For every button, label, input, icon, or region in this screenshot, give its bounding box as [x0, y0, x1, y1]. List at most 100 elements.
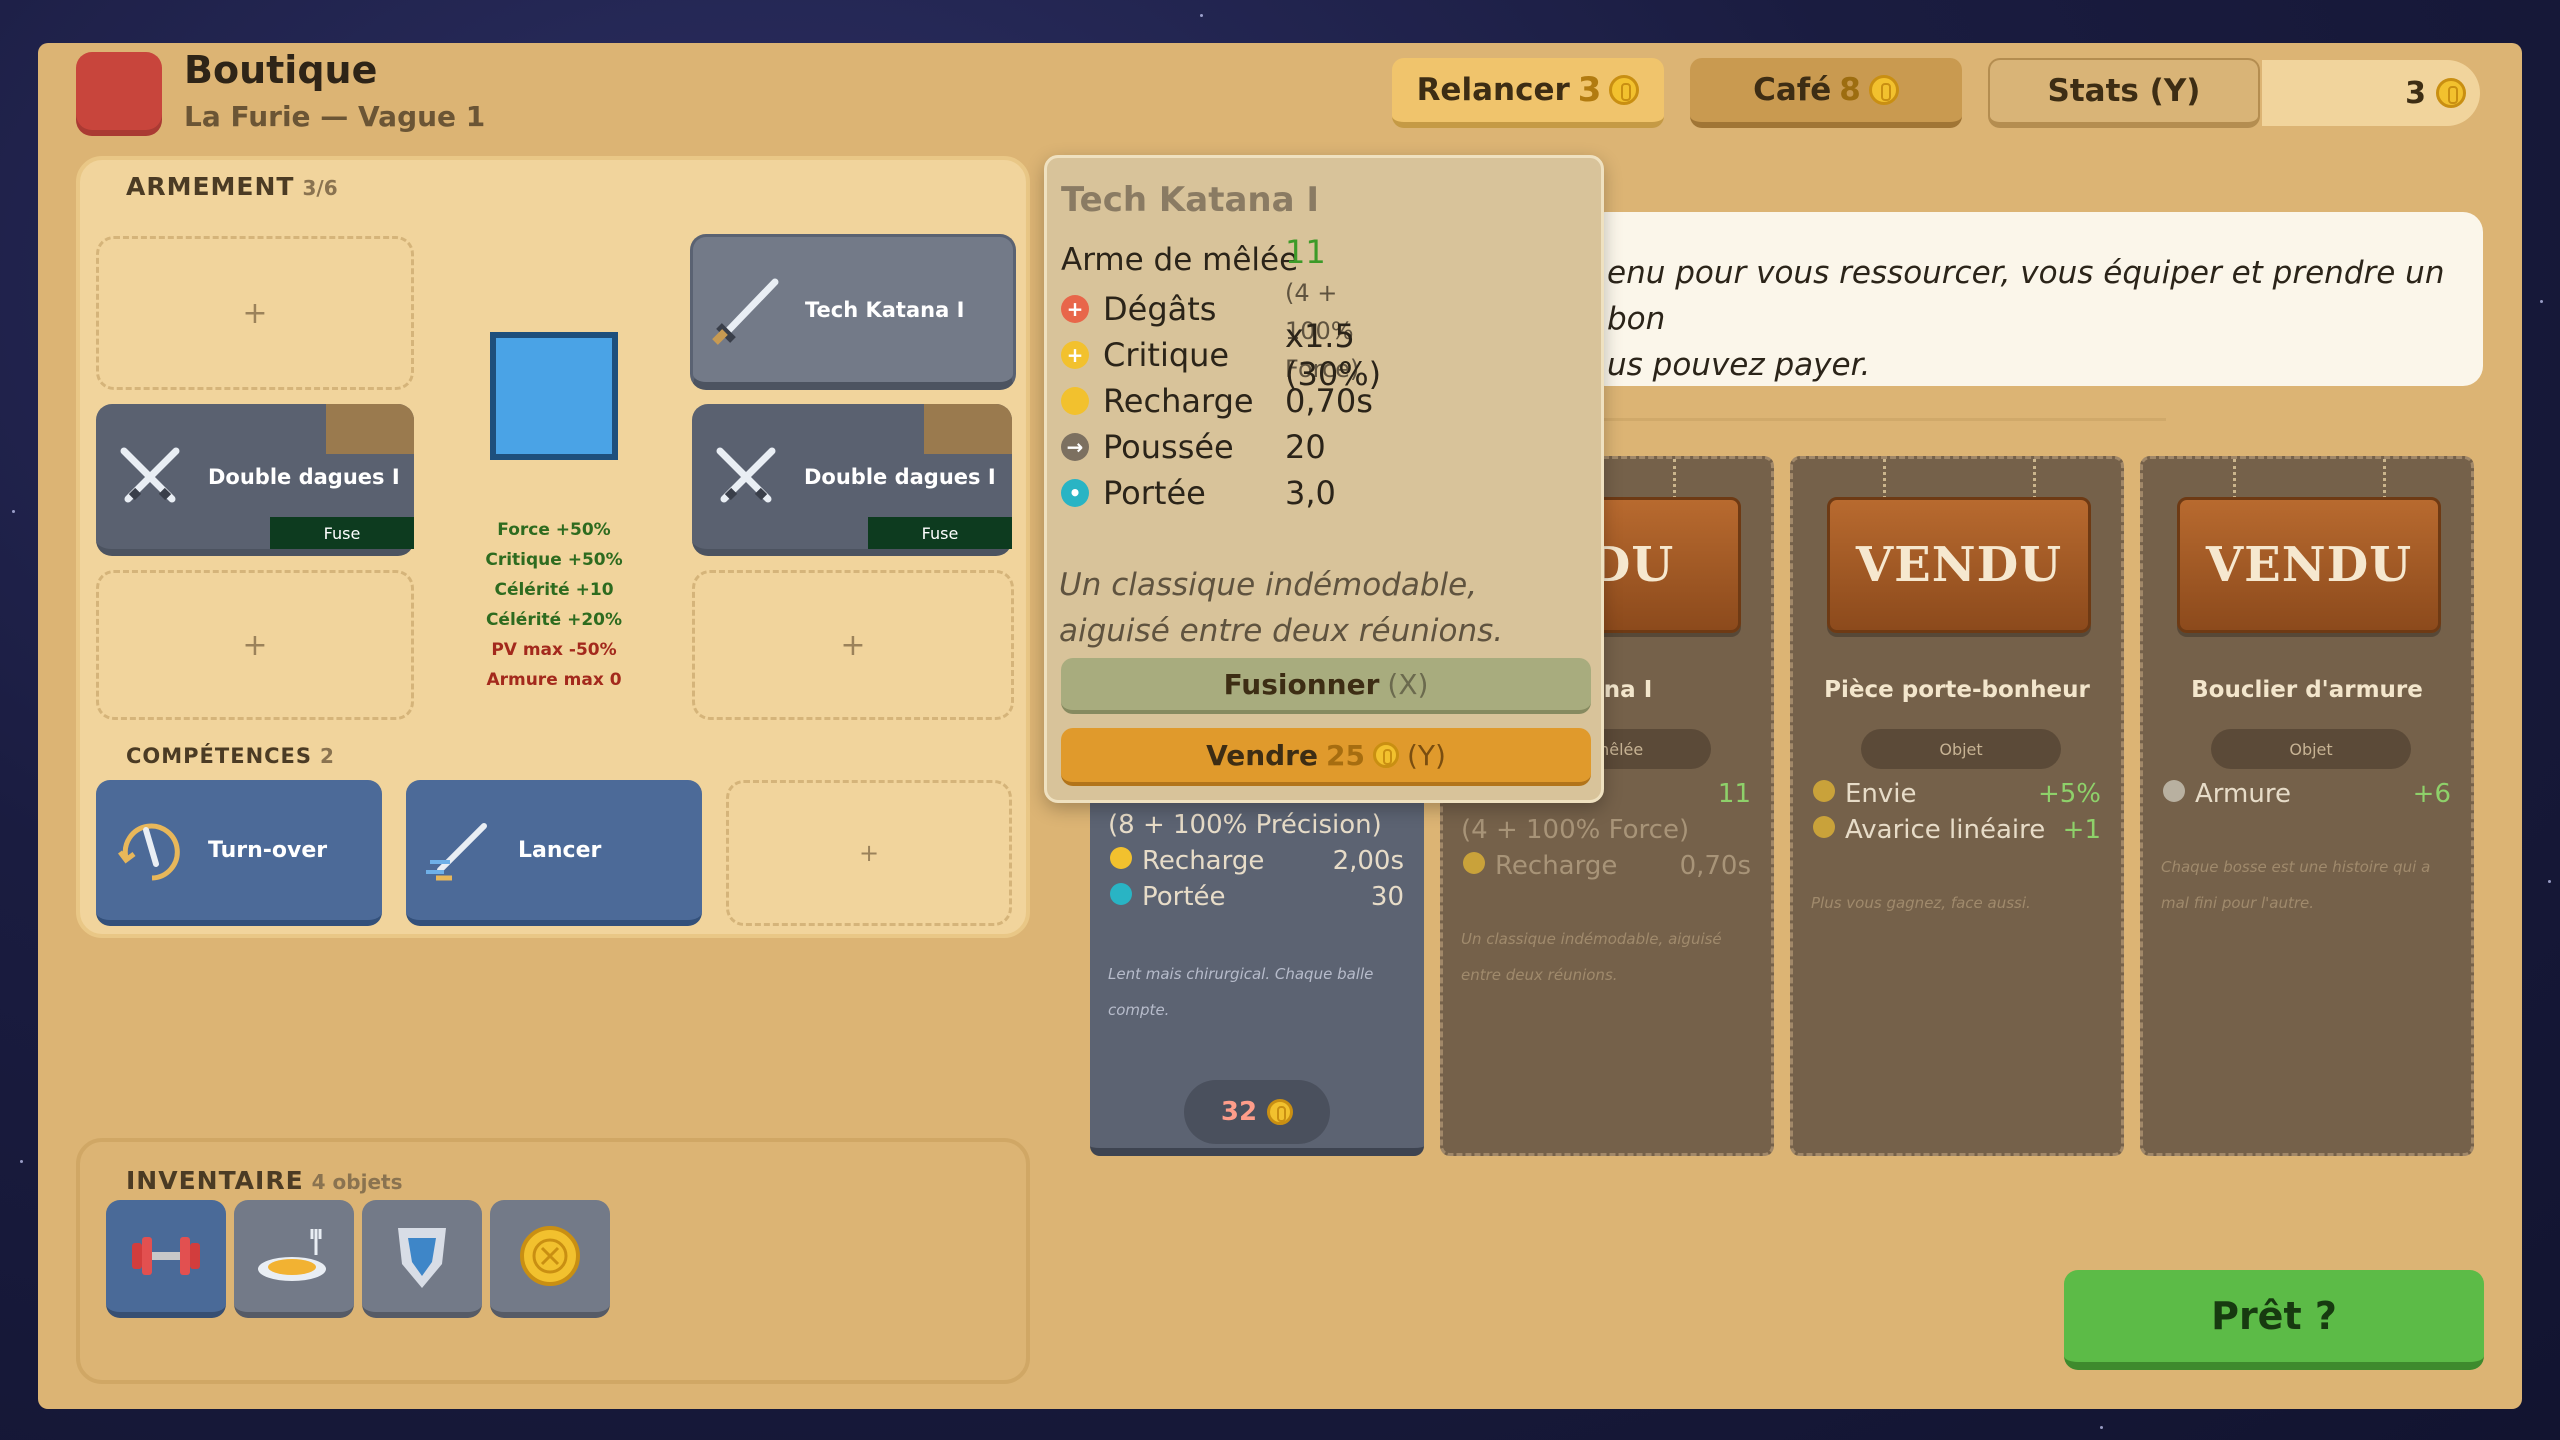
- weapon-name: Tech Katana I: [805, 297, 965, 322]
- weapon-slot-empty[interactable]: +: [692, 570, 1014, 720]
- cooldown-icon: [1463, 852, 1485, 874]
- merge-label: Fusionner: [1223, 667, 1380, 701]
- card-stat: Recharge 0,70s: [1463, 851, 1751, 881]
- skills-heading: COMPÉTENCES 2: [126, 744, 334, 768]
- card-stat: Recharge 2,00s: [1110, 846, 1404, 876]
- card-price: 32: [1220, 1097, 1258, 1127]
- card-flavor: Chaque bosse est une histoire qui a mal …: [2161, 858, 2431, 912]
- shop-card[interactable]: (8 + 100% Précision) Recharge 2,00s Port…: [1090, 790, 1424, 1156]
- reroll-button[interactable]: Relancer 3: [1392, 58, 1664, 128]
- skill-name: Turn-over: [208, 837, 328, 863]
- merge-button[interactable]: Fusionner (X): [1061, 658, 1591, 714]
- shop-description-line: us pouvez payer.: [1607, 347, 1871, 383]
- inventory-heading: INVENTAIRE 4 objets: [126, 1166, 403, 1195]
- coin-icon: [1609, 75, 1640, 105]
- coin-icon: [2436, 78, 2466, 108]
- bonus-line: Célérité +10: [494, 580, 614, 600]
- card-flavor: Un classique indémodable, aiguisé entre …: [1461, 930, 1722, 984]
- gold-amount: 3: [2405, 75, 2426, 111]
- range-icon: •: [1061, 479, 1089, 507]
- shield-icon: [398, 1228, 446, 1288]
- inventory-item[interactable]: [362, 1200, 482, 1318]
- envy-icon: [1813, 780, 1835, 802]
- skill-slot-empty[interactable]: +: [726, 780, 1012, 926]
- skill-card[interactable]: Turn-over: [96, 780, 382, 926]
- shop-card-sold: VENDU Pièce porte-bonheur Objet Envie +5…: [1790, 456, 2124, 1156]
- tooltip-stat: → Poussée 20: [1061, 428, 1326, 466]
- turnover-icon: [118, 823, 180, 881]
- sold-sign: VENDU: [2177, 497, 2441, 633]
- card-flavor: Lent mais chirurgical. Chaque balle comp…: [1108, 965, 1374, 1019]
- ready-button[interactable]: Prêt ?: [2064, 1270, 2484, 1370]
- dual-daggers-icon: [716, 447, 776, 502]
- weapon-card[interactable]: Double dagues I Fuse: [96, 404, 414, 556]
- shop-description-line: enu pour vous ressourcer, vous équiper e…: [1607, 255, 2445, 337]
- weapon-name: Double dagues I: [804, 464, 996, 489]
- card-stat: Portée 30: [1110, 882, 1404, 912]
- cooldown-icon: [1110, 847, 1132, 869]
- rarity-tag: [326, 404, 414, 454]
- bonus-line: Critique +50%: [485, 550, 623, 570]
- bonus-line: PV max -50%: [491, 640, 617, 660]
- card-type: Objet: [1861, 729, 2061, 769]
- bonus-line: Célérité +20%: [485, 610, 623, 630]
- fuse-tag: Fuse: [270, 517, 414, 549]
- sell-key: (Y): [1406, 738, 1446, 772]
- divider: [1596, 418, 2166, 421]
- plate-icon: [258, 1229, 326, 1281]
- gold-counter: 3: [2262, 60, 2480, 126]
- inventory-item[interactable]: [106, 1200, 226, 1318]
- cooldown-icon: [1061, 387, 1089, 415]
- card-stat: Avarice linéaire +1: [1813, 815, 2101, 845]
- bonus-line: Armure max 0: [486, 670, 622, 690]
- wave-subtitle: La Furie — Vague 1: [184, 100, 486, 133]
- greed-icon: [1813, 816, 1835, 838]
- dumbbell-icon: [132, 1237, 200, 1275]
- coin-icon: [1868, 75, 1899, 105]
- armor-icon: [2163, 780, 2185, 802]
- character-portrait: [490, 332, 618, 460]
- coin-icon: [1372, 742, 1399, 768]
- shop-card-sold: VENDU Bouclier d'armure Objet Armure +6 …: [2140, 456, 2474, 1156]
- weapon-card-selected[interactable]: Tech Katana I: [690, 234, 1016, 390]
- reroll-label: Relancer: [1416, 72, 1570, 108]
- tooltip-title: Tech Katana I: [1061, 180, 1320, 220]
- card-type: Objet: [2211, 729, 2411, 769]
- range-icon: [1110, 883, 1132, 905]
- page-title: Boutique: [184, 48, 378, 92]
- card-name: Bouclier d'armure: [2191, 677, 2423, 703]
- armament-heading: ARMEMENT 3/6: [126, 172, 338, 201]
- sell-button[interactable]: Vendre 25 (Y): [1061, 728, 1591, 786]
- weapon-name: Double dagues I: [208, 464, 400, 489]
- tooltip-stat: + Critique x1.5 (30%): [1061, 317, 1381, 393]
- weapon-slot-empty[interactable]: +: [96, 236, 414, 390]
- reroll-cost: 3: [1577, 70, 1602, 110]
- knockback-icon: →: [1061, 433, 1089, 461]
- stat-detail: (8 + 100% Précision): [1108, 810, 1382, 840]
- buy-button[interactable]: 32: [1184, 1080, 1330, 1144]
- stat-detail: (4 + 100% Force): [1461, 815, 1690, 845]
- katana-icon: [712, 278, 779, 345]
- weapon-slot-empty[interactable]: +: [96, 570, 414, 720]
- merge-key: (X): [1387, 667, 1429, 701]
- inventory-item[interactable]: [490, 1200, 610, 1318]
- throw-icon: [426, 823, 487, 881]
- stats-label: Stats (Y): [2047, 73, 2201, 109]
- tooltip-flavor: Un classique indémodable, aiguisé entre …: [1059, 567, 1504, 649]
- damage-icon: +: [1061, 295, 1089, 323]
- coin-icon: [1267, 1099, 1294, 1125]
- crit-icon: +: [1061, 341, 1089, 369]
- cafe-label: Café: [1753, 72, 1832, 108]
- skill-card[interactable]: Lancer: [406, 780, 702, 926]
- card-flavor: Plus vous gagnez, face aussi.: [1811, 894, 2031, 912]
- shop-description: enu pour vous ressourcer, vous équiper e…: [1585, 212, 2483, 386]
- inventory-item[interactable]: [234, 1200, 354, 1318]
- sold-sign: VENDU: [1827, 497, 2091, 633]
- stats-button[interactable]: Stats (Y): [1988, 58, 2260, 128]
- player-avatar: [76, 52, 162, 136]
- weapon-card[interactable]: Double dagues I Fuse: [692, 404, 1012, 556]
- cafe-button[interactable]: Café 8: [1690, 58, 1962, 128]
- card-stat: Armure +6: [2163, 779, 2451, 809]
- fuse-tag: Fuse: [868, 517, 1012, 549]
- coin-icon: [520, 1226, 580, 1286]
